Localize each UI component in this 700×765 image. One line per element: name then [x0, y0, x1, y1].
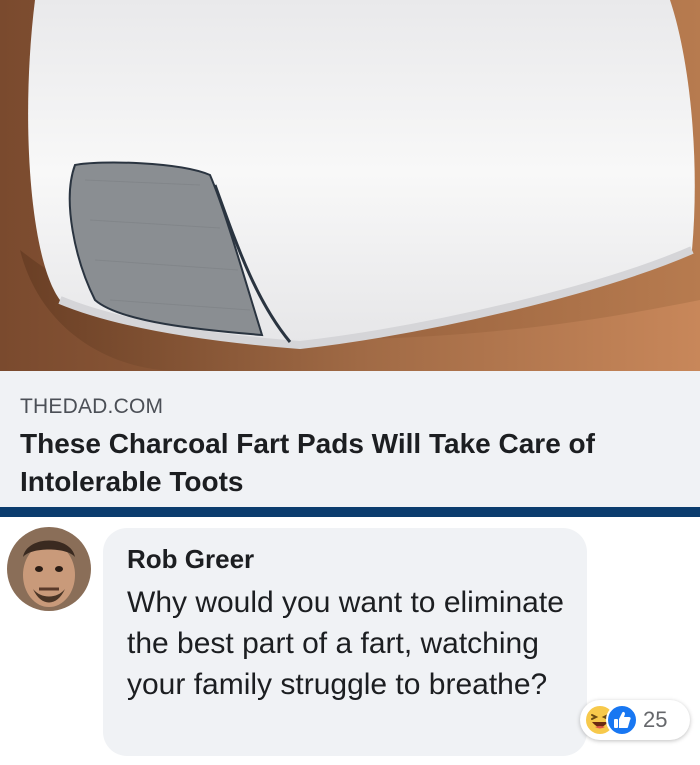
- link-domain: THEDAD.COM: [20, 395, 164, 418]
- reaction-count: 25: [643, 707, 668, 732]
- avatar[interactable]: [7, 527, 91, 611]
- reactions-summary[interactable]: 25: [580, 700, 690, 740]
- link-preview-bottom-bar: [0, 507, 700, 517]
- link-preview[interactable]: THEDAD.COM These Charcoal Fart Pads Will…: [0, 371, 700, 507]
- comment-text: Why would you want to eliminate the best…: [127, 586, 564, 701]
- comment-bubble[interactable]: Rob Greer Why would you want to eliminat…: [103, 528, 587, 756]
- like-icon: [606, 704, 638, 736]
- link-title[interactable]: These Charcoal Fart Pads Will Take Care …: [20, 425, 680, 501]
- comment-author[interactable]: Rob Greer: [127, 542, 567, 576]
- post-image[interactable]: [0, 0, 700, 371]
